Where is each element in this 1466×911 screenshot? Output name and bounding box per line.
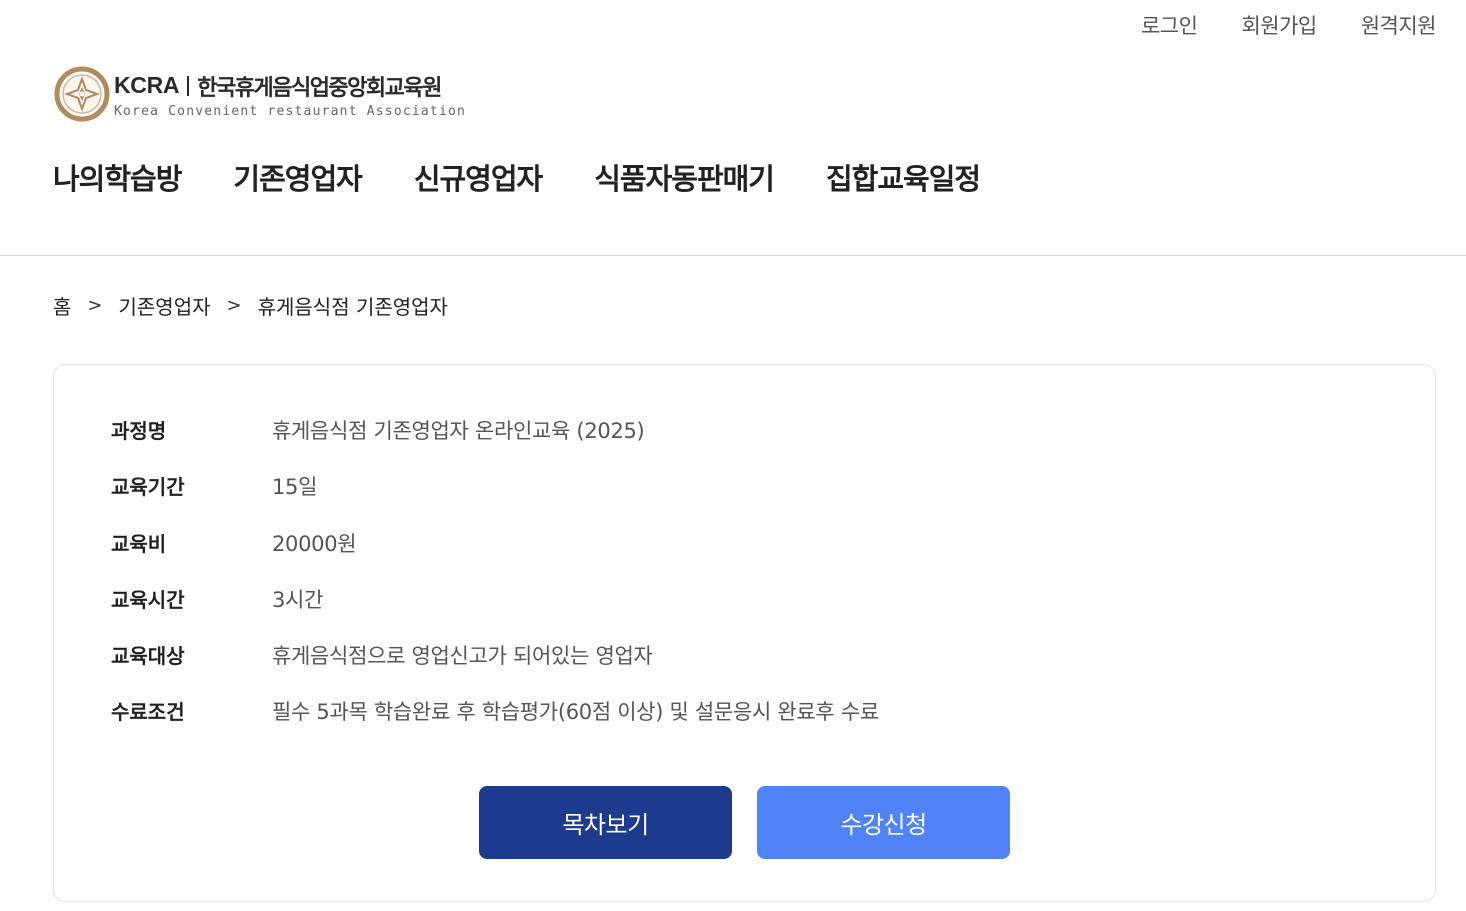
course-label: 교육비 bbox=[111, 531, 167, 556]
breadcrumb-separator: > bbox=[87, 295, 103, 316]
main-nav: 나의학습방 기존영업자 신규영업자 식품자동판매기 집합교육일정 bbox=[53, 156, 981, 198]
course-row-completion: 수료조건 필수 5과목 학습완료 후 학습평가(60점 이상) 및 설문응시 완… bbox=[111, 696, 879, 752]
course-value: 필수 5과목 학습완료 후 학습평가(60점 이상) 및 설문응시 완료후 수료 bbox=[272, 700, 879, 725]
nav-food-vending-machine[interactable]: 식품자동판매기 bbox=[594, 156, 775, 198]
course-row-period: 교육기간 15일 bbox=[111, 471, 879, 527]
course-value: 휴게음식점 기존영업자 온라인교육 (2025) bbox=[272, 419, 645, 443]
course-row-target: 교육대상 휴게음식점으로 영업신고가 되어있는 영업자 bbox=[111, 640, 879, 696]
signup-link[interactable]: 회원가입 bbox=[1241, 10, 1317, 40]
utility-nav: 로그인 회원가입 원격지원 bbox=[1141, 10, 1437, 40]
course-row-name: 과정명 휴게음식점 기존영업자 온라인교육 (2025) bbox=[111, 415, 879, 471]
course-info-list: 과정명 휴게음식점 기존영업자 온라인교육 (2025) 교육기간 15일 교육… bbox=[111, 415, 879, 753]
course-value: 20000원 bbox=[272, 531, 357, 556]
course-info-card: 과정명 휴게음식점 기존영업자 온라인교육 (2025) 교육기간 15일 교육… bbox=[53, 364, 1436, 902]
logo-name: 한국휴게음식업중앙회교육원 bbox=[197, 75, 442, 101]
logo-abbreviation: KCRA bbox=[114, 72, 180, 98]
course-label: 과정명 bbox=[111, 419, 167, 443]
site-logo[interactable]: KCRA 한국휴게음식업중앙회교육원 Korea Convenient rest… bbox=[54, 66, 466, 122]
kcra-emblem-icon bbox=[54, 66, 110, 122]
course-value: 15일 bbox=[272, 475, 318, 500]
course-value: 3시간 bbox=[272, 587, 324, 612]
course-label: 수료조건 bbox=[111, 700, 185, 725]
breadcrumb-separator: > bbox=[226, 295, 242, 316]
enroll-button[interactable]: 수강신청 bbox=[757, 786, 1010, 859]
view-toc-button[interactable]: 목차보기 bbox=[479, 786, 732, 859]
course-row-fee: 교육비 20000원 bbox=[111, 528, 879, 584]
login-link[interactable]: 로그인 bbox=[1141, 10, 1198, 40]
remote-support-link[interactable]: 원격지원 bbox=[1361, 10, 1437, 40]
course-actions: 목차보기 수강신청 bbox=[479, 786, 1010, 859]
course-value: 휴게음식점으로 영업신고가 되어있는 영업자 bbox=[272, 644, 653, 669]
logo-subtitle: Korea Convenient restaurant Association bbox=[114, 103, 467, 119]
breadcrumb-existing-operators[interactable]: 기존영업자 bbox=[119, 291, 211, 320]
nav-existing-operators[interactable]: 기존영업자 bbox=[233, 156, 362, 198]
course-label: 교육기간 bbox=[111, 475, 185, 500]
logo-divider bbox=[187, 75, 190, 96]
course-label: 교육대상 bbox=[111, 644, 185, 669]
course-label: 교육시간 bbox=[111, 587, 185, 612]
breadcrumb-current: 휴게음식점 기존영업자 bbox=[257, 295, 448, 319]
course-row-hours: 교육시간 3시간 bbox=[111, 584, 879, 640]
breadcrumb-home[interactable]: 홈 bbox=[53, 291, 71, 320]
nav-new-operators[interactable]: 신규영업자 bbox=[414, 156, 543, 198]
header-divider bbox=[0, 255, 1466, 256]
nav-my-study-room[interactable]: 나의학습방 bbox=[53, 156, 182, 198]
nav-group-education-schedule[interactable]: 집합교육일정 bbox=[826, 156, 981, 198]
breadcrumb: 홈 > 기존영업자 > 휴게음식점 기존영업자 bbox=[53, 291, 448, 320]
